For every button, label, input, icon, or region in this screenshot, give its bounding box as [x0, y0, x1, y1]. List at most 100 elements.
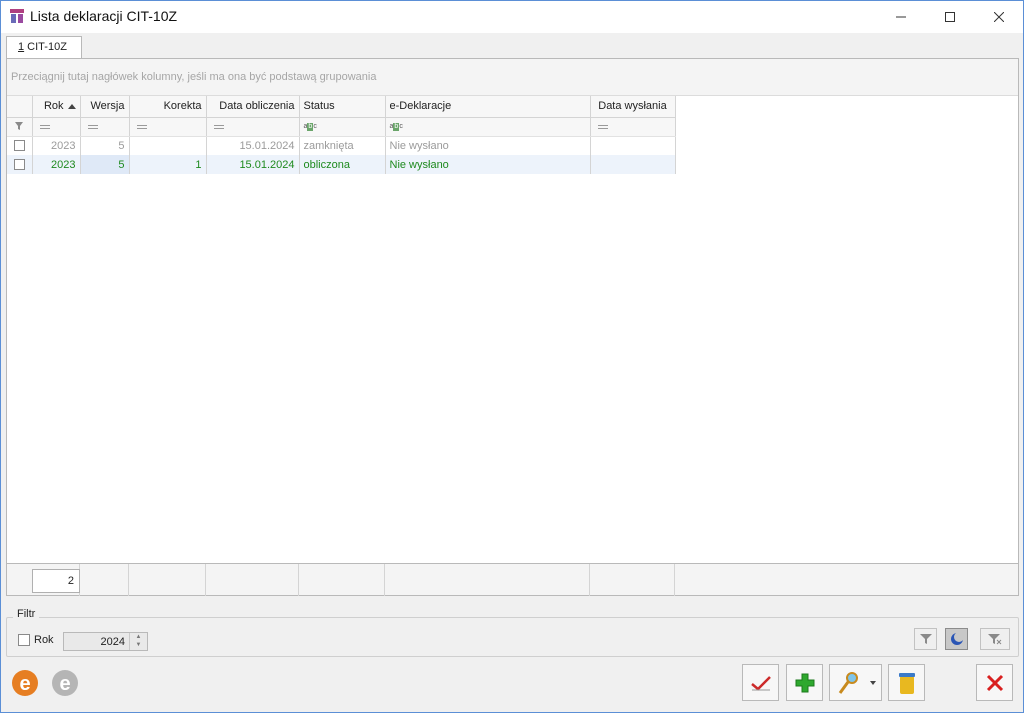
- summary-cell: [299, 564, 385, 596]
- add-button[interactable]: [786, 664, 823, 701]
- summary-cell: [129, 564, 206, 596]
- text-filter-icon: abc: [389, 122, 403, 131]
- cell-edeklaracje: Nie wysłano: [385, 155, 591, 174]
- year-spinner[interactable]: ▲ ▼: [129, 633, 147, 650]
- rok-filter-checkbox[interactable]: [18, 634, 30, 646]
- cell-wersja: 5: [80, 155, 130, 174]
- group-by-area[interactable]: Przeciągnij tutaj nagłówek kolumny, jeśl…: [7, 59, 1018, 96]
- tab-label: CIT-10Z: [24, 41, 67, 53]
- filter-data-wyslania[interactable]: [590, 117, 676, 137]
- plus-icon: [795, 673, 814, 692]
- filter-row-icon-cell[interactable]: [7, 117, 33, 137]
- cell-korekta: [129, 136, 207, 155]
- row-count: 2: [32, 569, 80, 593]
- equals-icon: [87, 124, 98, 129]
- grid-summary-footer: 2: [7, 563, 1018, 596]
- e-orange-icon: e: [11, 669, 38, 696]
- declarations-grid[interactable]: Rok Wersja Korekta Data obliczenia Statu…: [7, 96, 1018, 563]
- filter-data-obliczenia[interactable]: [206, 117, 300, 137]
- row-checkbox-cell[interactable]: [7, 155, 33, 174]
- title-bar: Lista deklaracji CIT-10Z: [1, 1, 1023, 33]
- e-grey-icon: e: [51, 669, 78, 696]
- window-title: Lista deklaracji CIT-10Z: [30, 8, 178, 24]
- maximize-icon: [945, 12, 955, 22]
- funnel-clear-icon: [988, 634, 1002, 645]
- grid-panel: Przeciągnij tutaj nagłówek kolumny, jeśl…: [6, 58, 1019, 596]
- moon-refresh-icon: [950, 632, 964, 645]
- row-checkbox[interactable]: [13, 140, 25, 152]
- filter-rok[interactable]: [32, 117, 81, 137]
- filter-wersja[interactable]: [80, 117, 130, 137]
- chevron-down-icon: [870, 680, 876, 685]
- filter-row: abc abc: [7, 117, 676, 137]
- approve-button[interactable]: [742, 664, 779, 701]
- cell-status: zamknięta: [299, 136, 386, 155]
- spin-up-icon[interactable]: ▲: [130, 633, 147, 641]
- filter-funnel-icon: [15, 121, 24, 130]
- close-x-red-icon: [986, 674, 1003, 691]
- e-declaration-send-button[interactable]: e: [6, 664, 43, 701]
- check-icon: [750, 675, 771, 691]
- cell-data-wyslania: [590, 136, 676, 155]
- cell-rok: 2023: [32, 136, 81, 155]
- cit-app-icon: [10, 9, 24, 23]
- table-row[interactable]: 2023 5 1 15.01.2024 obliczona Nie wysłan…: [7, 155, 676, 174]
- row-checkbox[interactable]: [13, 159, 25, 171]
- delete-button[interactable]: [888, 664, 925, 701]
- row-checkbox-cell[interactable]: [7, 136, 33, 155]
- cell-data-obliczenia: 15.01.2024: [206, 136, 300, 155]
- col-header-edeklaracje[interactable]: e-Deklaracje: [385, 96, 591, 118]
- rok-filter-label: Rok: [34, 634, 54, 646]
- apply-filter-button[interactable]: [914, 628, 937, 650]
- equals-icon: [39, 124, 50, 129]
- col-header-status[interactable]: Status: [299, 96, 386, 118]
- close-window-button[interactable]: [976, 1, 1022, 33]
- cell-rok: 2023: [32, 155, 81, 174]
- col-header-data-obliczenia[interactable]: Data obliczenia: [206, 96, 300, 118]
- table-row[interactable]: 2023 5 15.01.2024 zamknięta Nie wysłano: [7, 136, 676, 155]
- filter-group: [6, 617, 1019, 657]
- col-header-korekta[interactable]: Korekta: [129, 96, 207, 118]
- spin-down-icon[interactable]: ▼: [130, 641, 147, 649]
- cell-status: obliczona: [299, 155, 386, 174]
- sort-ascending-icon: [67, 103, 76, 109]
- col-header-rok[interactable]: Rok: [32, 96, 81, 118]
- summary-cell: [80, 564, 129, 596]
- cell-data-wyslania: [590, 155, 676, 174]
- declarations-table: Rok Wersja Korekta Data obliczenia Statu…: [7, 96, 676, 174]
- col-header-wersja[interactable]: Wersja: [80, 96, 130, 118]
- filter-legend: Filtr: [13, 608, 40, 620]
- minimize-button[interactable]: [878, 1, 924, 33]
- minimize-icon: [896, 16, 906, 18]
- trash-bin-icon: [898, 672, 915, 694]
- summary-cell: [206, 564, 299, 596]
- col-header-data-wyslania[interactable]: Data wysłania: [590, 96, 676, 118]
- equals-icon: [597, 124, 608, 129]
- edit-button[interactable]: [829, 664, 866, 701]
- main-window: Lista deklaracji CIT-10Z 1 CIT-10Z Przec…: [0, 0, 1024, 713]
- cell-korekta: 1: [129, 155, 207, 174]
- maximize-button[interactable]: [927, 1, 973, 33]
- tab-strip: 1 CIT-10Z: [1, 33, 1023, 59]
- svg-text:e: e: [19, 673, 30, 695]
- edit-dropdown-button[interactable]: [865, 664, 882, 701]
- tab-cit-10z[interactable]: 1 CIT-10Z: [6, 36, 82, 59]
- summary-cell: [590, 564, 675, 596]
- filter-korekta[interactable]: [129, 117, 207, 137]
- auto-refresh-button[interactable]: [945, 628, 968, 650]
- col-header-select[interactable]: [7, 96, 33, 118]
- text-filter-icon: abc: [303, 122, 317, 131]
- equals-icon: [213, 124, 224, 129]
- cell-data-obliczenia: 15.01.2024: [206, 155, 300, 174]
- funnel-icon: [919, 634, 932, 644]
- magnifier-icon: [838, 671, 858, 694]
- filter-edeklaracje[interactable]: abc: [385, 117, 591, 137]
- close-button[interactable]: [976, 664, 1013, 701]
- close-icon: [994, 12, 1004, 22]
- cell-wersja: 5: [80, 136, 130, 155]
- cell-edeklaracje: Nie wysłano: [385, 136, 591, 155]
- e-declaration-status-button[interactable]: e: [46, 664, 83, 701]
- svg-text:e: e: [59, 673, 70, 695]
- clear-filter-button[interactable]: [980, 628, 1010, 650]
- filter-status[interactable]: abc: [299, 117, 386, 137]
